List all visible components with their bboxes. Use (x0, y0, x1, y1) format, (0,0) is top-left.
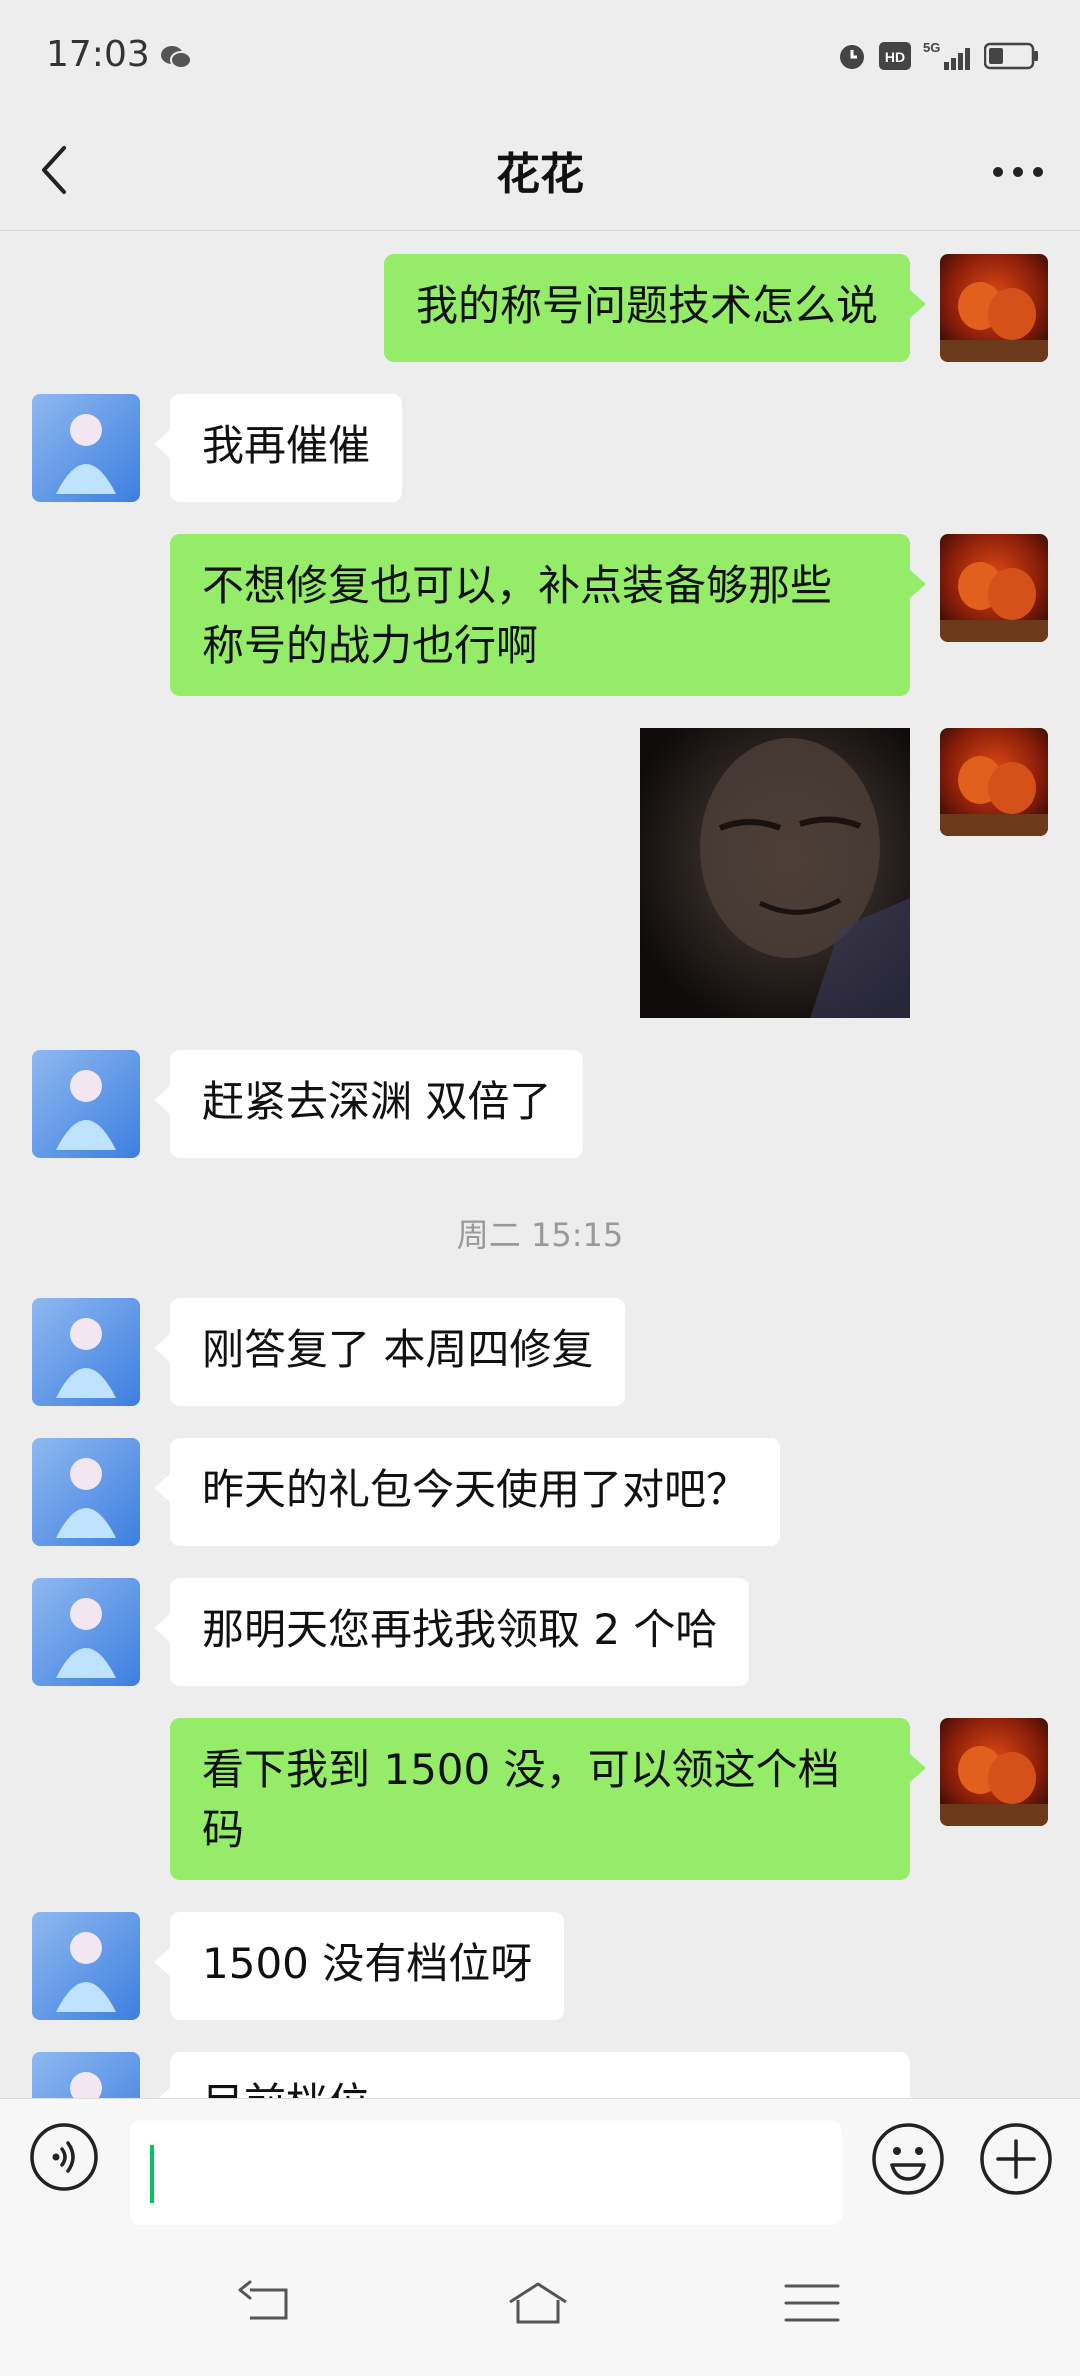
alarm-icon (840, 45, 864, 69)
chat-title: 花花 (496, 149, 584, 200)
message-bubble-self[interactable]: 看下我到 1500 没，可以领这个档 码 (170, 1718, 926, 1880)
avatar-contact[interactable] (32, 1578, 140, 1686)
text-caret (150, 2145, 154, 2203)
system-nav-bar (0, 2228, 1080, 2376)
message-bubble-contact[interactable]: 赶紧去深渊 双倍了 (153, 1050, 584, 1158)
avatar-contact[interactable] (32, 2052, 140, 2098)
message-bubble-contact[interactable]: 那明天您再找我领取 2 个哈 (153, 1578, 750, 1686)
avatar-contact[interactable] (32, 394, 140, 502)
svg-text:5G: 5G (923, 40, 940, 55)
message-bubble-contact[interactable]: 目前档位 (154, 2052, 910, 2098)
home-key-icon[interactable] (506, 2278, 570, 2328)
avatar-self[interactable] (940, 1718, 1048, 1826)
message-bubble-self[interactable]: 不想修复也可以，补点装备够那些 称号的战力也行啊 (170, 534, 926, 696)
avatar-contact[interactable] (32, 1050, 140, 1158)
input-bar (0, 2098, 1080, 2229)
avatar-self[interactable] (940, 254, 1048, 362)
emoji-icon[interactable] (870, 2121, 946, 2197)
avatar-contact[interactable] (32, 1912, 140, 2020)
status-time: 17:03 (46, 34, 150, 75)
status-bar: 17:03 HD 5G (0, 0, 1080, 110)
message-line: 称号的战力也行啊 (202, 621, 539, 670)
message-line: 码 (202, 1805, 245, 1854)
chat-header: 花花 (0, 110, 1080, 231)
message-bubble-contact[interactable]: 昨天的礼包今天使用了对吧？ (153, 1438, 781, 1546)
message-bubble-contact[interactable]: 刚答复了 本周四修复 (153, 1298, 626, 1406)
message-line: 看下我到 1500 没，可以领这个档 (202, 1745, 840, 1794)
message-bubble-self[interactable]: 我的称号问题技术怎么说 (383, 254, 927, 362)
menu-key-icon[interactable] (780, 2278, 844, 2328)
avatar-contact[interactable] (32, 1438, 140, 1546)
avatar-contact[interactable] (32, 1298, 140, 1406)
message-input[interactable] (130, 2121, 842, 2225)
message-line: 不想修复也可以，补点装备够那些 (202, 561, 833, 610)
back-key-icon[interactable] (236, 2278, 300, 2328)
wechat-icon (161, 46, 192, 69)
svg-text:HD: HD (885, 49, 905, 65)
message-list[interactable]: 我的称号问题技术怎么说 我再催催 不想修复也可以，补点装备够那些 称号的战力也行… (0, 230, 1080, 2098)
5g-signal-icon: 5G (923, 40, 970, 70)
avatar-self[interactable] (940, 728, 1048, 836)
message-bubble-contact[interactable]: 我再催催 (153, 394, 403, 502)
timestamp: 周二 15:15 (456, 1216, 624, 1254)
more-dots-icon[interactable] (990, 152, 1046, 192)
hd-icon: HD (879, 42, 911, 70)
battery-icon (984, 42, 1038, 70)
avatar-self[interactable] (940, 534, 1048, 642)
voice-icon[interactable] (28, 2121, 100, 2193)
plus-icon[interactable] (978, 2121, 1054, 2197)
message-bubble-contact[interactable]: 1500 没有档位呀 (153, 1912, 565, 2020)
photo-message[interactable] (640, 728, 910, 1018)
